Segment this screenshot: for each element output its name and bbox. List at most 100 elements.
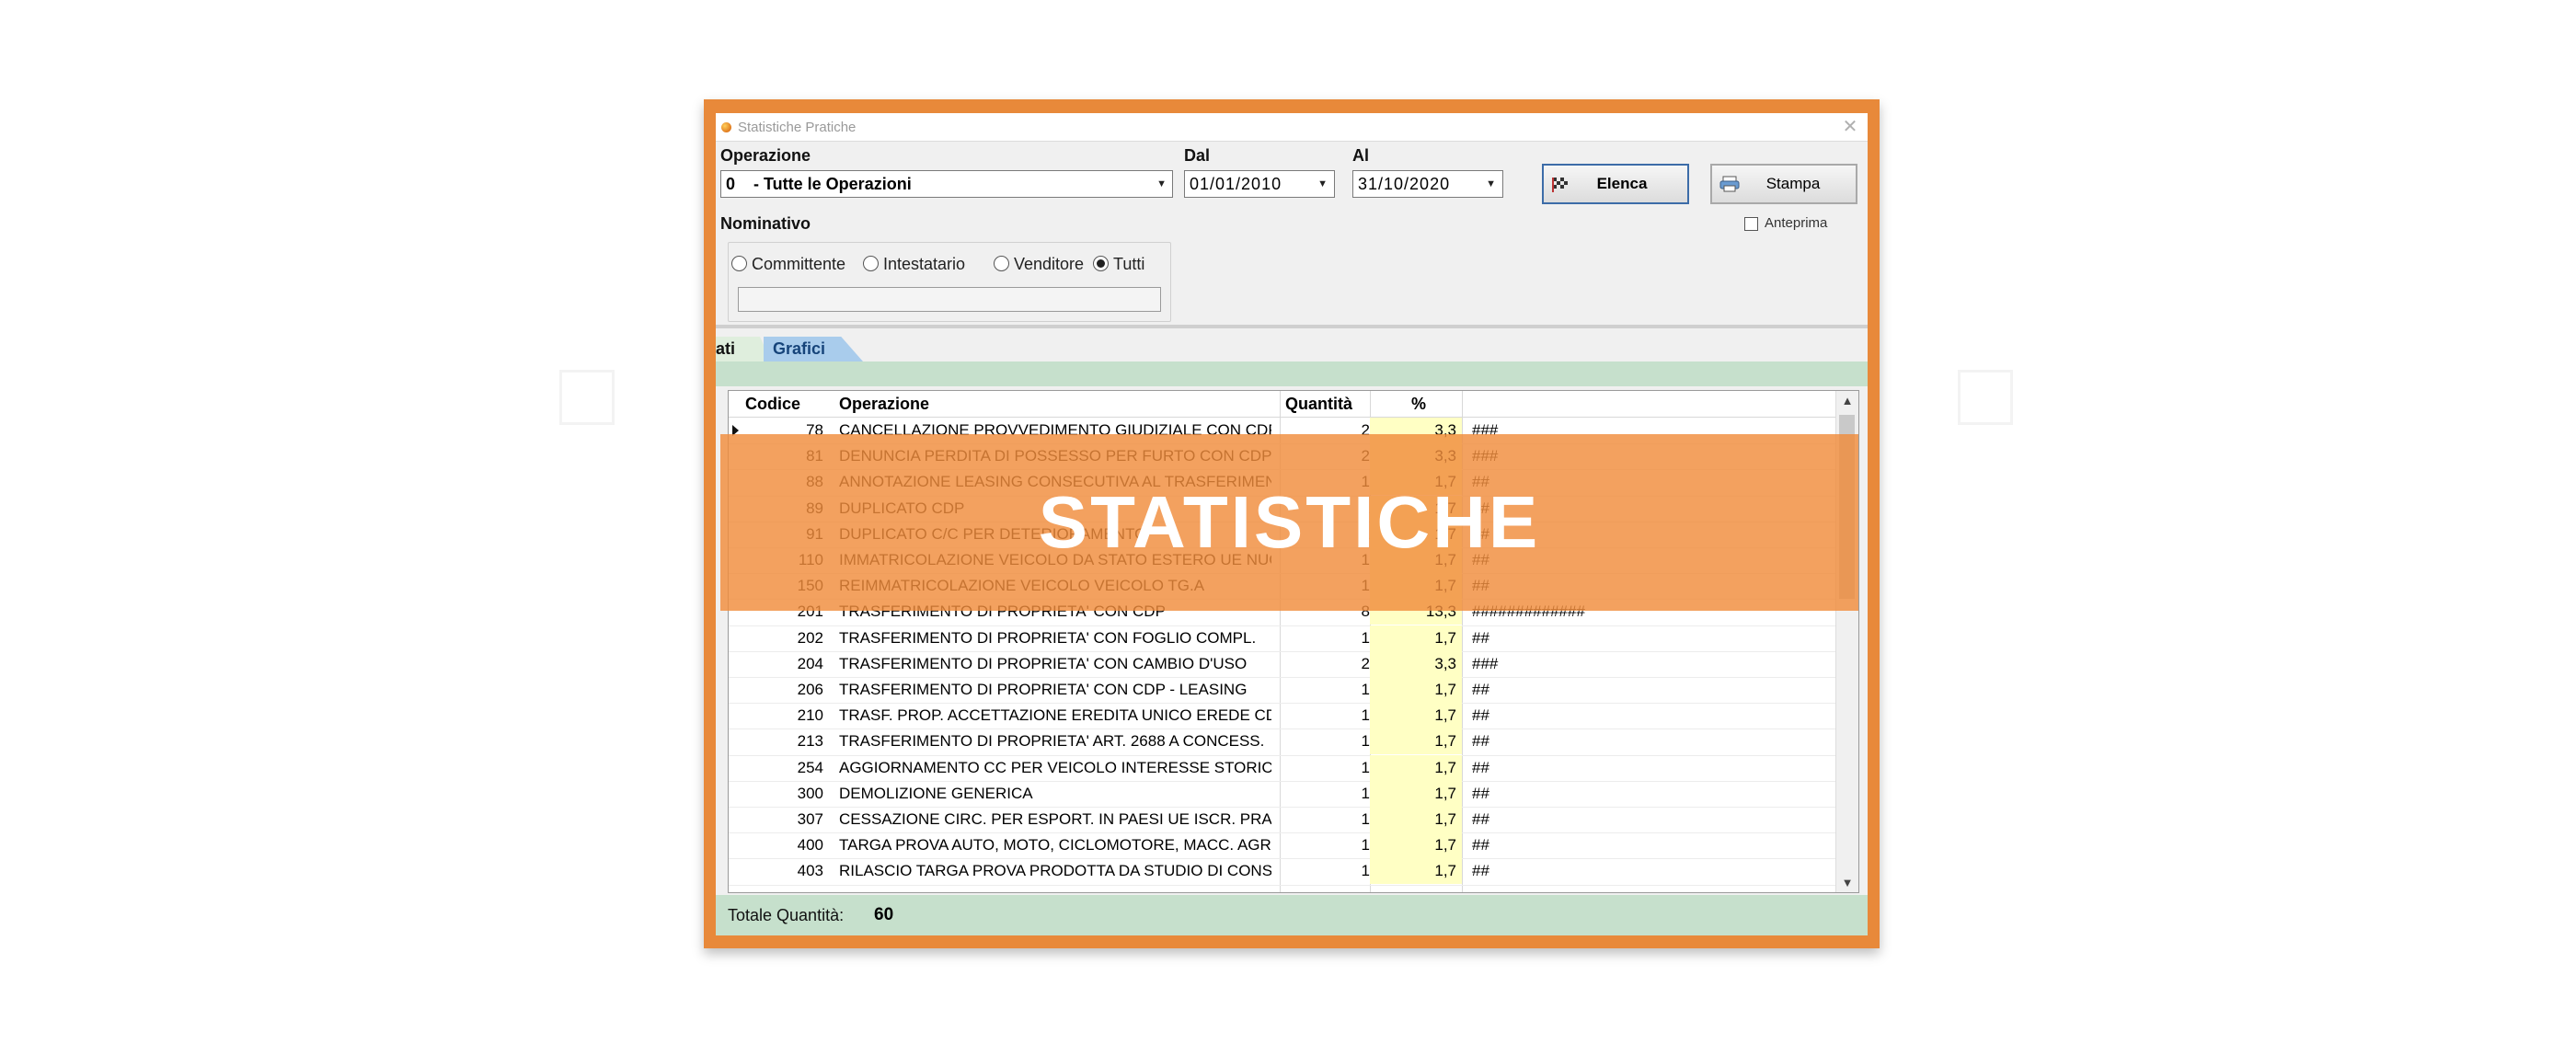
cell-quantita: 1	[1361, 732, 1370, 751]
app-icon	[721, 122, 731, 132]
cell-codice: 210	[797, 706, 823, 725]
cell-codice: 206	[797, 681, 823, 698]
cell-quantita: 1	[1361, 810, 1370, 828]
cell-quantita: 1	[1361, 836, 1370, 855]
table-row[interactable]: 204 TRASFERIMENTO DI PROPRIETA' CON CAMBI…	[729, 650, 1837, 678]
radio-committente-label: Committente	[752, 255, 846, 273]
cell-operazione: DEMOLIZIONE GENERICA	[839, 784, 1033, 802]
operazione-select[interactable]: 0 - Tutte le Operazioni ▼	[720, 170, 1173, 198]
table-row[interactable]: 300 DEMOLIZIONE GENERICA 1 1,7 ##	[729, 780, 1837, 808]
table-row[interactable]: 206 TRASFERIMENTO DI PROPRIETA' CON CDP -…	[729, 677, 1837, 705]
table-row[interactable]: 254 AGGIORNAMENTO CC PER VEICOLO INTERESS…	[729, 754, 1837, 782]
cell-percent: 1,7	[1370, 858, 1462, 885]
close-icon[interactable]: ✕	[1838, 115, 1862, 139]
radio-tutti[interactable]	[1093, 256, 1109, 271]
footer-bar: Totale Quantità: 60	[716, 895, 1868, 935]
stampa-button[interactable]: Stampa	[1710, 164, 1857, 204]
elenca-label: Elenca	[1596, 175, 1648, 192]
cell-quantita: 1	[1361, 758, 1370, 776]
cell-codice: 204	[797, 654, 823, 672]
cell-operazione: TRASFERIMENTO DI PROPRIETA' ART. 2688 A …	[839, 732, 1265, 751]
table-row[interactable]: 400 TARGA PROVA AUTO, MOTO, CICLOMOTORE, …	[729, 832, 1837, 860]
anteprima-checkbox[interactable]	[1744, 217, 1758, 231]
cell-percent: 1,7	[1370, 754, 1462, 781]
cell-percent: 1,7	[1370, 780, 1462, 807]
radio-intestatario[interactable]	[863, 256, 879, 271]
cell-codice: 307	[797, 810, 823, 828]
background-check-icon-right	[1958, 370, 2013, 425]
cell-quantita: 1	[1361, 628, 1370, 647]
cell-operazione: TRASFERIMENTO DI PROPRIETA' CON FOGLIO C…	[839, 628, 1257, 647]
radio-tutti-label: Tutti	[1113, 255, 1145, 273]
table-row[interactable]: 202 TRASFERIMENTO DI PROPRIETA' CON FOGLI…	[729, 625, 1837, 652]
nominativo-label: Nominativo	[720, 214, 811, 233]
cell-percent: 1,7	[1370, 729, 1462, 755]
cell-percent: 1,7	[1370, 703, 1462, 729]
cell-bar: ##	[1472, 836, 1489, 855]
al-label: Al	[1352, 146, 1369, 165]
anteprima-label: Anteprima	[1765, 215, 1828, 231]
cell-bar: ##	[1472, 784, 1489, 802]
cell-bar: ##	[1472, 758, 1489, 776]
tab-grafici[interactable]: Grafici	[764, 337, 863, 361]
chevron-down-icon: ▼	[1486, 178, 1497, 189]
cell-bar: ##	[1472, 628, 1489, 647]
cell-percent: 1,7	[1370, 807, 1462, 832]
scroll-down-icon[interactable]: ▼	[1836, 876, 1858, 889]
totale-quantita-value: 60	[874, 905, 894, 924]
table-row[interactable]: 213 TRASFERIMENTO DI PROPRIETA' ART. 2688…	[729, 729, 1837, 756]
table-row[interactable]: 307 CESSAZIONE CIRC. PER ESPORT. IN PAESI…	[729, 807, 1837, 834]
statistiche-banner: STATISTICHE	[720, 434, 1858, 611]
dal-label: Dal	[1184, 146, 1211, 165]
radio-intestatario-label: Intestatario	[883, 255, 966, 273]
cell-operazione: TRASF. PROP. ACCETTAZIONE EREDITA UNICO …	[839, 706, 1271, 725]
stampa-label: Stampa	[1765, 175, 1821, 192]
chevron-down-icon: ▼	[1317, 178, 1328, 189]
elenca-button[interactable]: Elenca	[1542, 164, 1689, 204]
chevron-down-icon: ▼	[1156, 178, 1167, 189]
table-row[interactable]: 403 RILASCIO TARGA PROVA PRODOTTA DA STUD…	[729, 858, 1837, 886]
header-quantita[interactable]: Quantità	[1285, 395, 1352, 414]
operazione-value: 0 - Tutte le Operazioni	[726, 175, 912, 193]
al-date-picker[interactable]: 31/10/2020 ▼	[1352, 170, 1503, 198]
radio-venditore-label: Venditore	[1014, 255, 1085, 273]
cell-bar: ##	[1472, 810, 1489, 828]
cell-percent: 1,7	[1370, 677, 1462, 703]
radio-committente[interactable]	[731, 256, 747, 271]
cell-codice: 400	[797, 836, 823, 855]
nominativo-group: Committente Intestatario Venditore Tutti	[728, 242, 1171, 322]
background-check-icon-left	[559, 370, 615, 425]
al-value: 31/10/2020	[1358, 175, 1451, 193]
dal-value: 01/01/2010	[1190, 175, 1282, 193]
cell-operazione: AGGIORNAMENTO CC PER VEICOLO INTERESSE S…	[839, 758, 1271, 776]
banner-text: STATISTICHE	[1038, 481, 1541, 563]
header-percent[interactable]: %	[1411, 395, 1426, 414]
cell-bar: ##	[1472, 732, 1489, 751]
tab-dati[interactable]: ati	[716, 337, 771, 361]
cell-quantita: 1	[1361, 862, 1370, 880]
header-codice[interactable]: Codice	[745, 395, 800, 414]
grid-header: Codice Operazione Quantità %	[729, 391, 1837, 418]
cell-operazione: TRASFERIMENTO DI PROPRIETA' CON CAMBIO D…	[839, 654, 1248, 672]
header-operazione[interactable]: Operazione	[839, 395, 929, 414]
cell-codice: 202	[797, 628, 823, 647]
radio-venditore[interactable]	[994, 256, 1009, 271]
cell-codice: 213	[797, 732, 823, 751]
table-row[interactable]: 210 TRASF. PROP. ACCETTAZIONE EREDITA UNI…	[729, 703, 1837, 730]
dal-date-picker[interactable]: 01/01/2010 ▼	[1184, 170, 1335, 198]
cell-bar: ###	[1472, 654, 1499, 672]
cell-operazione: TARGA PROVA AUTO, MOTO, CICLOMOTORE, MAC…	[839, 836, 1271, 855]
nominativo-input[interactable]	[738, 287, 1161, 312]
separator	[716, 325, 1868, 328]
cell-codice: 403	[797, 862, 823, 880]
window-title: Statistiche Pratiche	[738, 120, 857, 135]
cell-operazione: CESSAZIONE CIRC. PER ESPORT. IN PAESI UE…	[839, 810, 1271, 828]
tab-content-strip	[716, 361, 1868, 386]
cell-codice: 300	[797, 784, 823, 802]
scroll-up-icon[interactable]: ▲	[1836, 394, 1858, 407]
operazione-label: Operazione	[720, 146, 811, 165]
cell-bar: ##	[1472, 681, 1489, 698]
cell-percent: 1,7	[1370, 832, 1462, 859]
cell-quantita: 1	[1361, 784, 1370, 802]
cell-percent: 3,3	[1370, 650, 1462, 677]
